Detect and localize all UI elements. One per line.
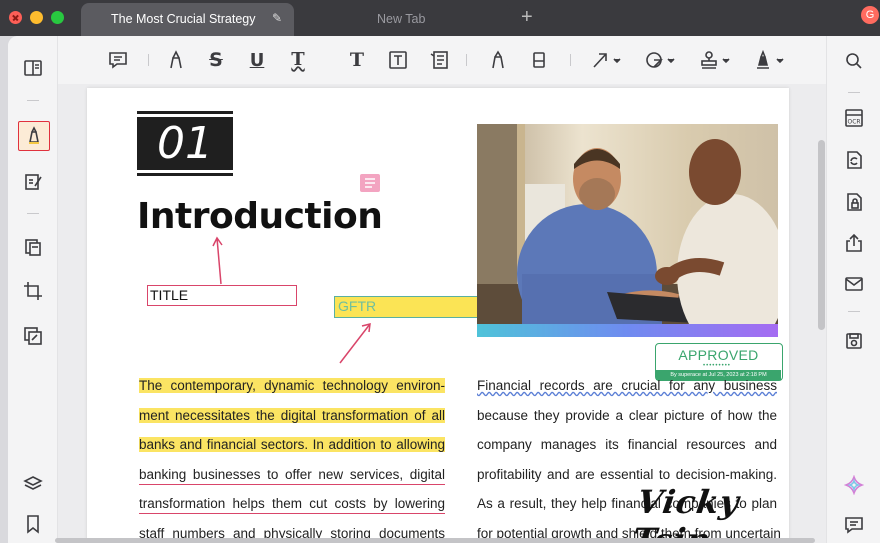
title-textbox-annotation[interactable]: TITLE [147,285,297,306]
add-tab-icon[interactable]: + [521,6,533,29]
text-line[interactable]: banks and financial sectors. In addition… [139,435,445,455]
divider [27,100,39,101]
pencil-icon[interactable] [486,48,510,72]
text-line[interactable]: ment necessitates the digital transforma… [139,406,445,426]
vertical-scrollbar[interactable] [818,140,825,330]
text-line: because they provide a clear picture of … [477,407,777,423]
crop-icon[interactable] [21,279,45,303]
textbox-icon[interactable] [386,48,410,72]
bookmark-icon[interactable] [21,512,45,536]
squiggly-underline-icon[interactable]: T [286,47,310,71]
left-sidebar [8,36,58,543]
squiggly-underlined-text[interactable]: Financial records are crucial for any bu… [477,376,777,396]
annotation-toolbar: S U T T [58,36,826,84]
text-line: company manages its financial resources … [477,437,777,452]
highlighted-text[interactable]: ment necessitates the digital transforma… [139,407,445,423]
text-line: profitability and are essential to decis… [477,466,777,482]
underlined-text[interactable]: banking businesses to offer new services… [139,465,445,485]
layers-icon[interactable] [21,472,45,496]
ai-assistant-icon[interactable] [842,473,866,497]
stamp-label: APPROVED [678,347,759,363]
highlight-icon[interactable] [164,49,188,71]
photo-accent-bar [477,324,778,337]
horizontal-scrollbar[interactable] [55,538,815,543]
strikethrough-icon[interactable]: S [204,48,228,72]
tab-title: New Tab [377,12,426,26]
save-icon[interactable] [842,329,866,353]
svg-text:OCR: OCR [848,119,861,126]
shape-icon[interactable] [643,48,679,72]
divider [848,311,860,312]
comment-mode-icon[interactable] [18,121,50,151]
divider [466,54,467,66]
protect-icon[interactable] [842,190,866,214]
tab-title: The Most Crucial Strategy [111,12,256,26]
highlighted-text[interactable]: The contemporary, dynamic technology env… [139,378,445,393]
text-callout-icon[interactable] [427,48,451,72]
convert-icon[interactable] [842,148,866,172]
search-icon[interactable] [842,49,866,73]
comment-icon[interactable] [106,49,130,71]
pencil-icon[interactable]: ✎ [272,11,282,25]
app-window: S U T T 01 Introduction TITLE GFTR APPRO… [8,36,880,543]
text-line[interactable]: The contemporary, dynamic technology env… [139,376,445,396]
organize-pages-icon[interactable] [21,235,45,259]
close-window-button[interactable] [9,11,22,24]
document-canvas[interactable]: 01 Introduction TITLE GFTR APPROVED ••••… [58,84,826,543]
highlighted-text[interactable]: banks and financial sectors. In addition… [139,437,445,452]
text-icon[interactable]: T [345,48,369,72]
divider [570,54,571,66]
share-icon[interactable] [842,231,866,255]
email-icon[interactable] [842,272,866,296]
business-meeting-photo [477,124,778,336]
pdf-page[interactable]: 01 Introduction TITLE GFTR APPROVED ••••… [87,88,789,543]
stamp-dots: ••••••••• [703,363,731,369]
avatar[interactable]: G [861,6,879,24]
ocr-icon[interactable]: OCR [842,106,866,130]
underlined-text[interactable]: transformation helps them cut costs by l… [139,494,445,514]
underline-icon[interactable]: U [245,48,269,72]
arrow-line-icon[interactable] [589,48,625,72]
stamp-icon[interactable] [698,48,734,72]
gftr-textbox-annotation[interactable]: GFTR [334,296,484,318]
signature-icon[interactable] [752,48,788,72]
edit-pdf-icon[interactable] [21,170,45,194]
divider [848,92,860,93]
comments-panel-icon[interactable] [842,513,866,537]
minimize-window-button[interactable] [30,11,43,24]
tab-new[interactable]: New Tab [296,3,510,36]
divider [27,213,39,214]
eraser-icon[interactable] [527,48,551,72]
tools-icon[interactable] [21,324,45,348]
maximize-window-button[interactable] [51,11,64,24]
reader-mode-icon[interactable] [21,56,45,80]
title-bar: The Most Crucial Strategy ✎ New Tab + G [0,0,880,36]
signature-annotation[interactable]: Vicky Tsin [630,483,789,543]
right-sidebar: OCR [826,36,880,543]
divider [148,54,149,66]
tab-active-document[interactable]: The Most Crucial Strategy ✎ [81,3,294,36]
